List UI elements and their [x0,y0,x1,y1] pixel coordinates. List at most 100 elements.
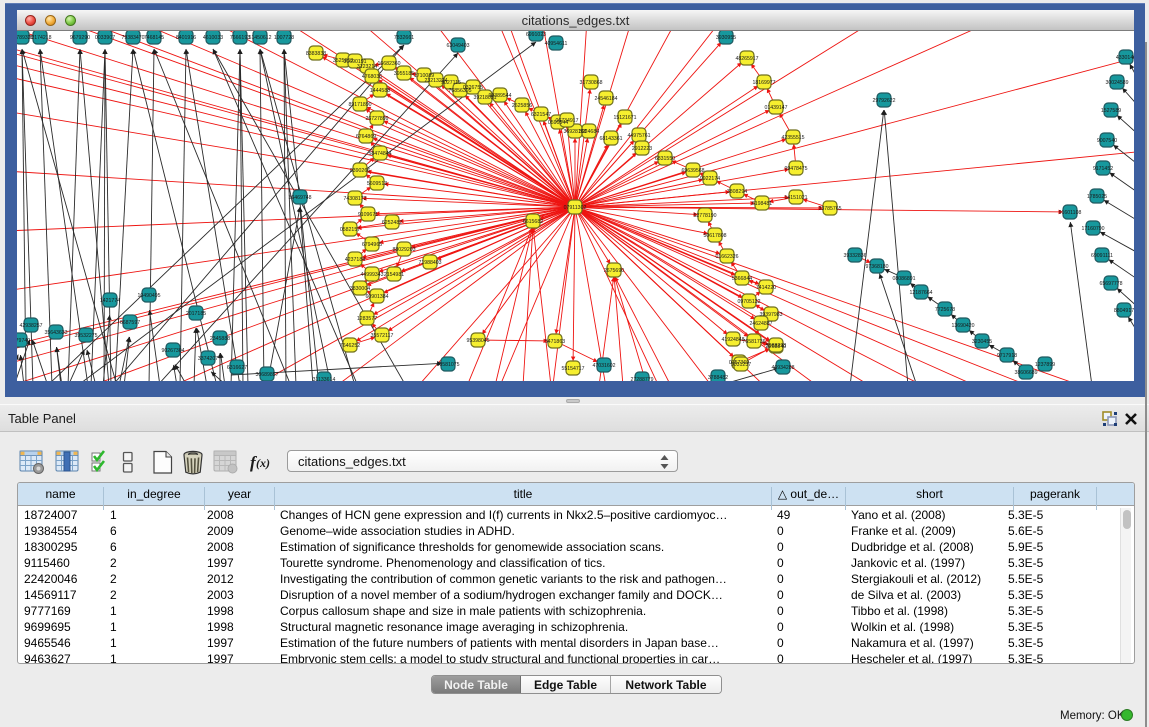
svg-text:79383470: 79383470 [121,35,144,41]
svg-text:95398045: 95398045 [466,338,489,344]
svg-text:9031237: 9031237 [731,362,751,368]
svg-text:4610033: 4610033 [203,35,223,41]
svg-text:88029203: 88029203 [392,247,415,253]
svg-text:3808294: 3808294 [727,189,747,195]
svg-text:68143361: 68143361 [599,136,622,142]
svg-text:3955185: 3955185 [394,71,414,77]
svg-text:65697778: 65697778 [1099,281,1122,287]
svg-text:1237899: 1237899 [1035,362,1055,368]
svg-text:26727899: 26727899 [365,116,388,122]
svg-text:3788482: 3788482 [708,375,728,381]
svg-text:16682360: 16682360 [377,61,400,67]
svg-text:5988293: 5988293 [766,343,786,349]
svg-text:6321547: 6321547 [531,112,551,118]
svg-text:42355515: 42355515 [781,135,804,141]
svg-text:6252482: 6252482 [382,220,402,226]
svg-text:51450612: 51450612 [248,35,271,41]
svg-text:6316627: 6316627 [227,365,247,371]
svg-text:0326755: 0326755 [463,85,483,91]
svg-text:69091111: 69091111 [1091,253,1113,259]
svg-text:09705132: 09705132 [737,299,760,305]
svg-text:8401916: 8401916 [176,35,196,41]
svg-text:10490495: 10490495 [137,293,160,299]
svg-text:30689857: 30689857 [255,372,278,378]
svg-text:17160790: 17160790 [1081,226,1104,232]
svg-text:01439147: 01439147 [764,105,787,111]
svg-text:15121671: 15121671 [613,115,636,121]
svg-text:3179740: 3179740 [17,338,30,344]
svg-text:33785765: 33785765 [818,206,841,212]
svg-text:0033907: 0033907 [95,35,115,41]
svg-text:1283577: 1283577 [357,316,377,322]
svg-text:31133614: 31133614 [313,377,336,381]
svg-text:3930955: 3930955 [716,35,736,41]
svg-text:1527589: 1527589 [1101,108,1121,114]
svg-text:2017185: 2017185 [186,311,206,317]
svg-text:6831550: 6831550 [655,156,675,162]
svg-text:9679290: 9679290 [70,35,90,41]
svg-text:6764869: 6764869 [356,134,376,140]
svg-text:7646252: 7646252 [340,343,360,349]
svg-text:36469748: 36469748 [288,195,311,201]
svg-text:41924848: 41924848 [721,337,744,343]
svg-text:8383838: 8383838 [306,51,326,57]
svg-text:55154717: 55154717 [561,366,584,372]
svg-text:50617808: 50617808 [703,233,726,239]
svg-text:2675690: 2675690 [604,268,624,274]
svg-text:91601108: 91601108 [1059,210,1082,216]
svg-text:07911302: 07911302 [564,205,587,211]
svg-text:31730868: 31730868 [579,80,602,86]
svg-text:7725678: 7725678 [935,307,955,313]
svg-text:40954611: 40954611 [545,41,568,47]
svg-text:60901384: 60901384 [365,294,388,300]
svg-text:4768036: 4768036 [362,74,382,80]
svg-text:7468145: 7468145 [144,35,164,41]
svg-text:08086891: 08086891 [892,276,915,282]
svg-text:3924684: 3924684 [579,129,599,135]
svg-text:9027115: 9027115 [441,80,461,86]
svg-text:90267304: 90267304 [161,348,184,354]
svg-text:6794965: 6794965 [362,242,382,248]
svg-text:1421774: 1421774 [100,298,120,304]
svg-text:39397983: 39397983 [759,312,782,318]
svg-text:31690191: 31690191 [343,59,366,65]
svg-text:2912223: 2912223 [632,146,652,152]
svg-text:24546184: 24546184 [594,96,617,102]
svg-text:0390266: 0390266 [350,168,370,174]
svg-text:2345888: 2345888 [210,336,230,342]
svg-text:6687597: 6687597 [120,320,140,326]
svg-text:39332836: 39332836 [843,253,866,259]
svg-text:18169977: 18169977 [752,80,775,86]
svg-text:29792622: 29792622 [872,98,895,104]
svg-text:44999343: 44999343 [360,272,383,278]
svg-text:5471863: 5471863 [545,339,565,345]
svg-text:74308172: 74308172 [343,196,366,202]
svg-text:1785025: 1785025 [1087,194,1107,200]
svg-text:76581736: 76581736 [742,339,765,345]
svg-text:2625856: 2625856 [512,103,532,109]
svg-text:7666193: 7666193 [230,35,250,41]
svg-text:(x): (x) [256,456,270,470]
svg-text:9171452: 9171452 [1093,166,1113,172]
svg-text:42938257: 42938257 [19,323,42,329]
svg-text:3230455: 3230455 [972,339,992,345]
svg-text:38606689: 38606689 [1014,370,1037,376]
svg-text:92174218: 92174218 [28,35,51,41]
svg-text:3374207: 3374207 [198,356,218,362]
svg-text:5609513: 5609513 [367,181,387,187]
svg-text:01662326: 01662326 [715,254,738,260]
svg-text:44975761: 44975761 [627,133,650,139]
svg-text:27288779: 27288779 [630,377,653,381]
svg-text:13690420: 13690420 [951,323,974,329]
svg-text:3830004: 3830004 [350,286,370,292]
svg-text:9109671: 9109671 [358,212,378,218]
svg-text:89171890: 89171890 [348,102,371,108]
svg-text:6615682: 6615682 [523,219,543,225]
svg-text:2154981: 2154981 [384,272,404,278]
svg-text:97368180: 97368180 [865,264,888,270]
svg-text:5366844: 5366844 [732,276,752,282]
svg-text:4237184: 4237184 [345,257,365,263]
svg-text:48265917: 48265917 [735,56,758,62]
svg-text:63049403: 63049403 [446,43,469,49]
svg-text:8804917: 8804917 [1114,308,1134,314]
